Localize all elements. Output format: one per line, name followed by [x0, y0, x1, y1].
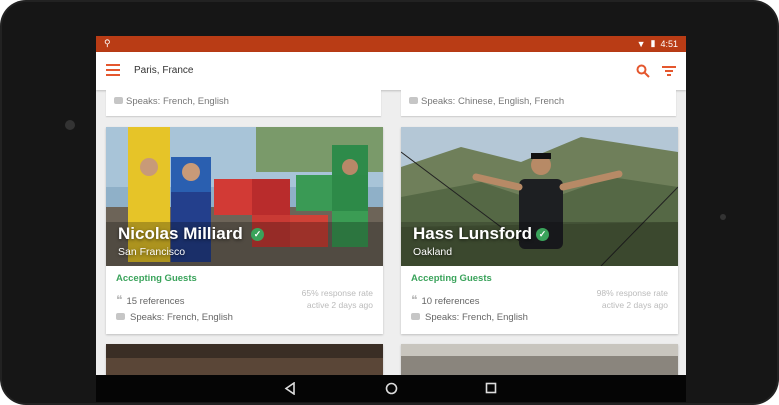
languages: Speaks: French, English — [116, 312, 233, 323]
list-item[interactable]: Speaks: French, English — [106, 90, 381, 116]
languages: Speaks: French, English — [411, 312, 528, 323]
app-bar: Paris, France — [96, 52, 686, 90]
filter-icon[interactable] — [662, 65, 676, 77]
host-city: San Francisco — [118, 246, 186, 258]
check-circle-icon: ✓ — [251, 228, 264, 241]
list-item[interactable]: Speaks: Chinese, English, French — [401, 90, 676, 116]
references-count: ❝ 10 references — [411, 293, 480, 307]
location-title[interactable]: Paris, France — [134, 65, 193, 76]
quote-icon: ❝ — [411, 293, 418, 307]
system-navigation-bar — [96, 375, 686, 402]
host-card[interactable] — [106, 344, 383, 375]
active-status: active 2 days ago — [306, 300, 373, 310]
host-card[interactable]: Nicolas Milliard ✓ San Francisco Accepti… — [106, 127, 383, 334]
front-camera — [65, 120, 75, 130]
active-status: active 2 days ago — [601, 300, 668, 310]
recents-square-icon[interactable] — [485, 382, 497, 394]
status-badge: Accepting Guests — [116, 273, 197, 284]
tablet-device: ⚲ ▼ ▮ 4:51 Paris, France Speaks: French,… — [0, 0, 779, 405]
host-name: Hass Lunsford — [413, 224, 533, 243]
status-bar: ⚲ ▼ ▮ 4:51 — [96, 36, 686, 52]
quote-icon: ❝ — [116, 293, 123, 307]
location-pin-icon: ⚲ — [104, 38, 111, 48]
check-circle-icon: ✓ — [536, 228, 549, 241]
screen: ⚲ ▼ ▮ 4:51 Paris, France Speaks: French,… — [96, 36, 686, 402]
speech-bubble-icon — [116, 313, 125, 320]
response-rate: 98% response rate — [596, 288, 668, 298]
home-circle-icon[interactable] — [385, 382, 398, 395]
speech-bubble-icon — [411, 313, 420, 320]
host-list: Speaks: French, English Speaks: Chinese,… — [96, 90, 686, 375]
hamburger-menu-icon[interactable] — [106, 64, 120, 76]
speech-bubble-icon — [409, 97, 418, 104]
wifi-icon: ▼ — [636, 38, 646, 49]
speech-bubble-icon — [114, 97, 123, 104]
response-stats: 65% response rate active 2 days ago — [302, 287, 373, 311]
status-time: 4:51 — [660, 38, 678, 49]
back-triangle-icon[interactable] — [284, 382, 296, 395]
speaks-text: Speaks: Chinese, English, French — [421, 96, 565, 107]
host-name: Nicolas Milliard — [118, 224, 243, 243]
host-card[interactable] — [401, 344, 678, 375]
battery-icon: ▮ — [650, 38, 656, 48]
search-icon[interactable] — [636, 64, 650, 78]
status-badge: Accepting Guests — [411, 273, 492, 284]
sensor — [720, 214, 726, 220]
host-card[interactable]: Hass Lunsford ✓ Oakland Accepting Guests… — [401, 127, 678, 334]
references-count: ❝ 15 references — [116, 293, 185, 307]
response-rate: 65% response rate — [301, 288, 373, 298]
speaks-text: Speaks: French, English — [126, 96, 229, 107]
host-city: Oakland — [413, 246, 453, 258]
response-stats: 98% response rate active 2 days ago — [597, 287, 668, 311]
